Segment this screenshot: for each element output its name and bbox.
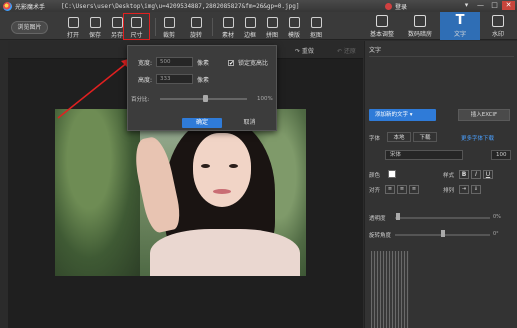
vertical-text-button[interactable]: ⇓: [471, 185, 481, 194]
align-label: 对齐: [369, 188, 381, 194]
bold-button[interactable]: B: [459, 170, 469, 179]
insert-exif-button[interactable]: 插入EXCIF: [458, 109, 510, 121]
opacity-label: 透明度: [369, 216, 386, 222]
font-download-tab[interactable]: 下载: [413, 132, 437, 142]
height-row: 高度: 333 像素: [138, 74, 210, 84]
text-panel: 文字 添加新的文字 ▾ 插入EXCIF 字体 本地 下载 更多字体下载 宋体 1…: [364, 41, 517, 328]
underline-button[interactable]: U: [483, 170, 493, 179]
more-fonts-link[interactable]: 更多字体下载: [461, 134, 494, 142]
cancel-button[interactable]: 取消: [232, 118, 267, 128]
opacity-slider[interactable]: [395, 217, 490, 219]
style-label: 样式: [443, 173, 455, 179]
percent-slider-handle[interactable]: [203, 95, 208, 102]
add-text-button[interactable]: 添加新的文字 ▾: [369, 109, 436, 121]
rotate-label: 旋转角度: [369, 233, 392, 239]
align-center-button[interactable]: ≡: [397, 185, 407, 194]
percent-label: 百分比:: [131, 97, 150, 103]
check-icon: ✔: [228, 59, 235, 67]
resize-dialog: 宽度: 500 像素 ✔ 锁定宽高比 高度: 333 像素 百分比: 100% …: [127, 45, 277, 131]
lock-ratio-checkbox[interactable]: ✔ 锁定宽高比: [228, 58, 268, 67]
color-swatch[interactable]: [388, 170, 396, 178]
italic-button[interactable]: I: [471, 170, 481, 179]
height-input[interactable]: 333: [156, 74, 194, 84]
font-size-select[interactable]: 100: [491, 150, 511, 160]
opacity-value: 0%: [493, 214, 501, 220]
width-row: 宽度: 500 像素: [138, 57, 210, 67]
percent-value: 100%: [257, 96, 273, 102]
opacity-slider-handle[interactable]: [396, 213, 400, 220]
width-input[interactable]: 500: [156, 57, 194, 67]
font-local-tab[interactable]: 本地: [387, 132, 411, 142]
panel-title: 文字: [369, 47, 382, 54]
align-right-button[interactable]: ≡: [409, 185, 419, 194]
arrange-label: 排列: [443, 188, 455, 194]
color-label: 颜色: [369, 173, 381, 179]
text-preview: [371, 251, 409, 328]
horizontal-text-button[interactable]: ⇥: [459, 185, 469, 194]
font-label: 字体: [369, 136, 381, 142]
align-left-button[interactable]: ≡: [385, 185, 395, 194]
ok-button[interactable]: 确定: [182, 118, 222, 128]
rotate-value: 0°: [493, 231, 499, 237]
rotate-slider-handle[interactable]: [441, 230, 445, 237]
font-select[interactable]: 宋体: [385, 150, 463, 160]
